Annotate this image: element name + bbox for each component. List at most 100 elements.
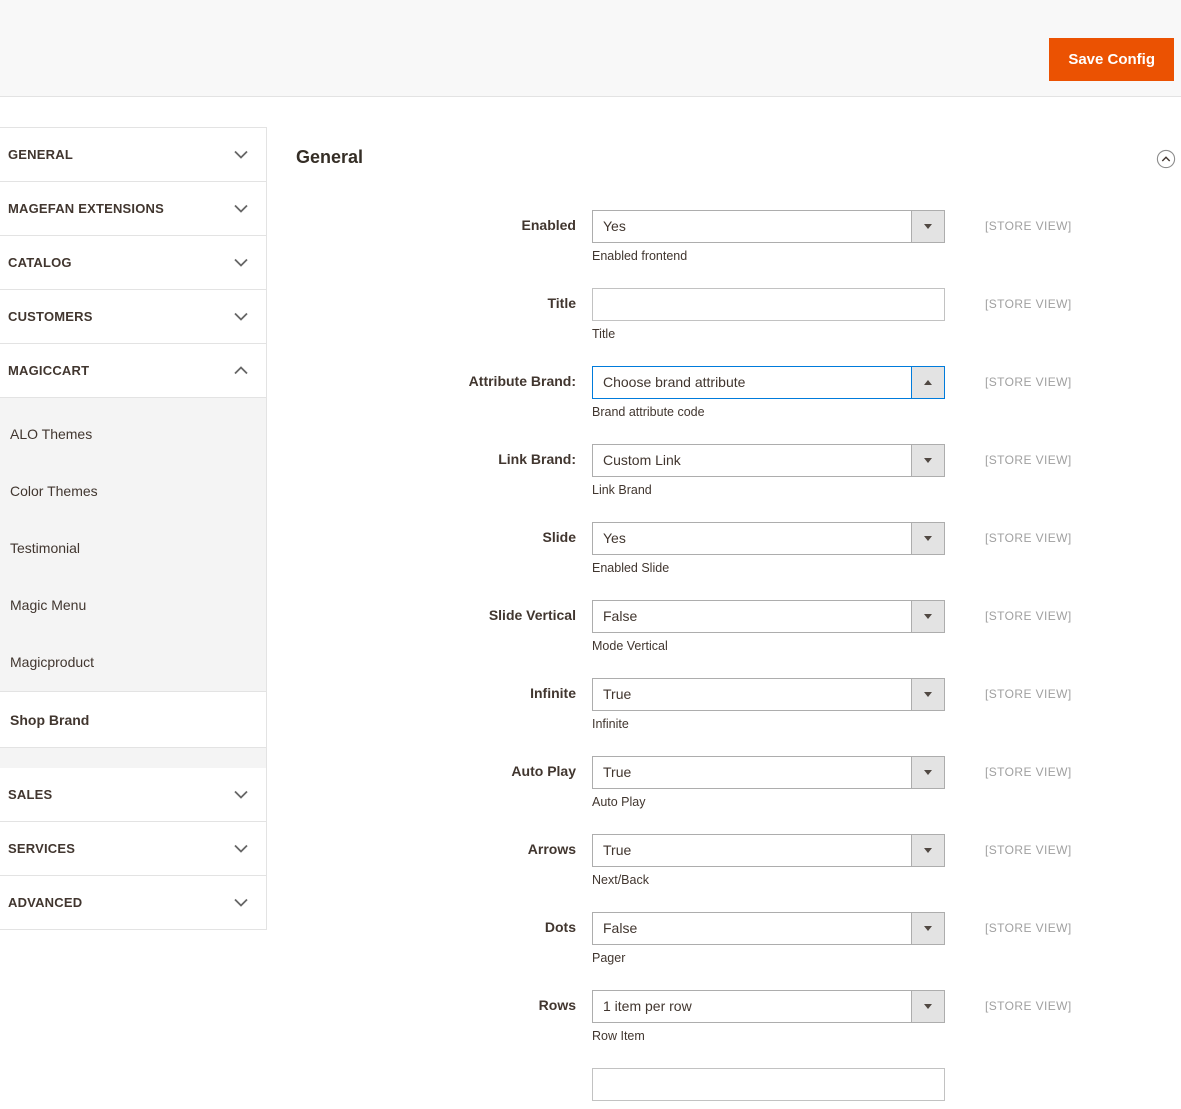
field-label: Attribute Brand: <box>468 373 576 389</box>
select-value: Yes <box>603 218 626 234</box>
main-content: General Enabled Yes Enabled frontend [ST… <box>267 97 1181 1109</box>
dropdown-arrow-icon <box>924 1004 932 1009</box>
select-arrow-button[interactable] <box>911 757 944 788</box>
scope-badge: [STORE VIEW] <box>985 297 1072 311</box>
topbar: Save Config <box>0 0 1181 97</box>
select-arrow-button[interactable] <box>911 835 944 866</box>
field-select[interactable]: True <box>592 678 945 711</box>
field-control: Choose brand attribute Brand attribute c… <box>592 366 945 419</box>
field-select[interactable]: 1 item per row <box>592 990 945 1023</box>
select-arrow-button[interactable] <box>911 445 944 476</box>
field-row: Slide Yes Enabled Slide [STORE VIEW] <box>296 522 1181 575</box>
select-arrow-button[interactable] <box>911 211 944 242</box>
select-arrow-button[interactable] <box>911 913 944 944</box>
sidebar-section[interactable]: MAGICCART <box>0 344 266 398</box>
chevron-down-icon <box>234 312 248 321</box>
select-arrow-button[interactable] <box>911 523 944 554</box>
scope-badge: [STORE VIEW] <box>985 609 1072 623</box>
sidebar-section[interactable]: ADVANCED <box>0 876 266 930</box>
field-row: Enabled Yes Enabled frontend [STORE VIEW… <box>296 210 1181 263</box>
field-select[interactable]: False <box>592 600 945 633</box>
chevron-down-icon <box>234 204 248 213</box>
select-value: False <box>603 920 638 936</box>
chevron-down-icon <box>234 790 248 799</box>
field-text-input[interactable] <box>592 288 945 321</box>
field-control: Yes Enabled Slide <box>592 522 945 575</box>
scope-badge: [STORE VIEW] <box>985 921 1072 935</box>
sidebar-section[interactable]: CATALOG <box>0 236 266 290</box>
field-select[interactable]: Custom Link <box>592 444 945 477</box>
field-control: True Next/Back <box>592 834 945 887</box>
field-note: Mode Vertical <box>592 639 668 653</box>
field-note: Auto Play <box>592 795 646 809</box>
select-arrow-button[interactable] <box>911 679 944 710</box>
sidebar-subitem[interactable]: Testimonial <box>0 520 266 577</box>
select-value: Yes <box>603 530 626 546</box>
scope-badge: [STORE VIEW] <box>985 453 1072 467</box>
field-note: Link Brand <box>592 483 652 497</box>
select-value: True <box>603 842 632 858</box>
dropdown-arrow-icon <box>924 770 932 775</box>
scope-badge: [STORE VIEW] <box>985 765 1072 779</box>
field-note: Row Item <box>592 1029 645 1043</box>
field-select[interactable]: True <box>592 756 945 789</box>
field-label: Infinite <box>530 685 576 701</box>
field-row <box>296 1068 1181 1101</box>
field-text-input[interactable] <box>592 1068 945 1101</box>
scope-badge: [STORE VIEW] <box>985 531 1072 545</box>
select-arrow-button[interactable] <box>911 601 944 632</box>
sidebar-section[interactable]: SALES <box>0 768 266 822</box>
scope-badge: [STORE VIEW] <box>985 843 1072 857</box>
field-select[interactable]: Choose brand attribute <box>592 366 945 399</box>
field-control: False Pager <box>592 912 945 965</box>
field-note: Brand attribute code <box>592 405 705 419</box>
sidebar-subitem[interactable]: Magic Menu <box>0 577 266 634</box>
select-arrow-button[interactable] <box>911 991 944 1022</box>
sidebar-subitem[interactable]: Magicproduct <box>0 634 266 691</box>
scope-badge: [STORE VIEW] <box>985 687 1072 701</box>
field-row: Rows 1 item per row Row Item [STORE VIEW… <box>296 990 1181 1043</box>
section-title: General <box>296 147 364 167</box>
sidebar-section[interactable]: SERVICES <box>0 822 266 876</box>
field-label: Dots <box>544 919 576 935</box>
select-value: Custom Link <box>603 452 681 468</box>
field-note: Pager <box>592 951 626 965</box>
field-select[interactable]: False <box>592 912 945 945</box>
field-label: Auto Play <box>511 763 576 779</box>
sidebar-subitem[interactable]: ALO Themes <box>0 406 266 463</box>
field-row: Slide Vertical False Mode Vertical [STOR… <box>296 600 1181 653</box>
field-label: Enabled <box>521 217 576 233</box>
field-row: Auto Play True Auto Play [STORE VIEW] <box>296 756 1181 809</box>
field-select[interactable]: Yes <box>592 210 945 243</box>
field-note: Enabled frontend <box>592 249 688 263</box>
select-arrow-button[interactable] <box>911 367 944 398</box>
field-label: Arrows <box>527 841 576 857</box>
save-config-button[interactable]: Save Config <box>1049 38 1174 81</box>
field-select[interactable]: Yes <box>592 522 945 555</box>
field-note: Enabled Slide <box>592 561 670 575</box>
field-note: Title <box>592 327 616 341</box>
sidebar-section[interactable]: CUSTOMERS <box>0 290 266 344</box>
scope-badge: [STORE VIEW] <box>985 219 1072 233</box>
field-control <box>592 1068 945 1101</box>
field-select[interactable]: True <box>592 834 945 867</box>
sidebar-section-label: GENERAL <box>8 147 73 162</box>
sidebar-section-label: SERVICES <box>8 841 76 856</box>
field-note: Next/Back <box>592 873 649 887</box>
collapse-section-button[interactable] <box>1156 149 1176 169</box>
form-fields: Enabled Yes Enabled frontend [STORE VIEW… <box>296 210 1181 1101</box>
chevron-up-circle-icon <box>1156 149 1176 169</box>
select-value: False <box>603 608 638 624</box>
sidebar-section-label: CUSTOMERS <box>8 309 93 324</box>
field-control: True Infinite <box>592 678 945 731</box>
field-label: Slide Vertical <box>488 607 576 623</box>
config-nav-sidebar: GENERAL MAGEFAN EXTENSIONS CATALOG CUSTO… <box>0 127 267 930</box>
sidebar-subitem[interactable]: Shop Brand <box>0 691 266 748</box>
sidebar-section[interactable]: GENERAL <box>0 128 266 182</box>
field-label: Link Brand: <box>498 451 576 467</box>
sidebar-section[interactable]: MAGEFAN EXTENSIONS <box>0 182 266 236</box>
sidebar-subitem[interactable]: Color Themes <box>0 463 266 520</box>
field-label: Rows <box>538 997 576 1013</box>
chevron-up-icon <box>234 366 248 375</box>
field-row: Link Brand: Custom Link Link Brand [STOR… <box>296 444 1181 497</box>
